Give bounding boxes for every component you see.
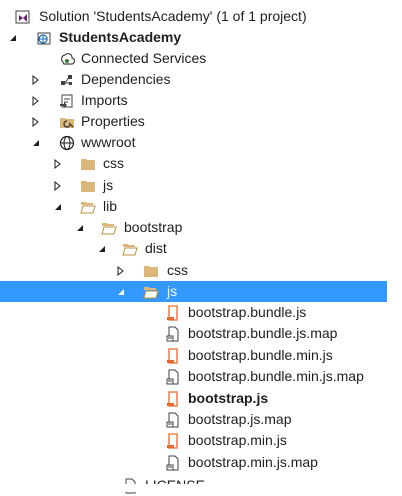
tree-item-dependencies[interactable]: Dependencies: [0, 69, 387, 90]
file-row[interactable]: bootstrap.bundle.min.js: [0, 345, 387, 366]
properties-folder-icon: [58, 111, 76, 132]
solution-explorer-tree: Solution 'StudentsAcademy' (1 of 1 proje…: [0, 0, 402, 493]
folder-icon: [79, 175, 97, 196]
expanded-arrow-icon[interactable]: [31, 132, 41, 153]
map-file-icon: [164, 452, 182, 473]
dependencies-icon: [58, 69, 76, 90]
map-file-icon: [164, 409, 182, 430]
file-row[interactable]: bootstrap.js.map: [0, 409, 387, 430]
lib-folder-label: lib: [103, 198, 118, 214]
expanded-arrow-icon[interactable]: [53, 196, 63, 217]
properties-label: Properties: [81, 113, 145, 129]
tree-item-dist-folder[interactable]: dist: [0, 238, 387, 259]
tree-item-wwwroot[interactable]: wwwroot: [0, 132, 387, 153]
file-row[interactable]: bootstrap.bundle.min.js.map: [0, 366, 387, 387]
tree-item-solution[interactable]: Solution 'StudentsAcademy' (1 of 1 proje…: [0, 6, 387, 27]
dist-folder-label: dist: [145, 240, 167, 256]
project-label: StudentsAcademy: [59, 29, 182, 45]
file-row[interactable]: bootstrap.min.js: [0, 430, 387, 451]
bootstrap-folder-label: bootstrap: [124, 219, 183, 235]
tree-item-properties[interactable]: Properties: [0, 111, 387, 132]
tree-item-js-folder[interactable]: js: [0, 175, 387, 196]
open-folder-icon: [100, 217, 118, 238]
file-row[interactable]: bootstrap.min.js.map: [0, 452, 387, 473]
file-name: bootstrap.bundle.js.map: [188, 325, 338, 341]
expanded-arrow-icon[interactable]: [75, 217, 85, 238]
tree-item-dist-css-folder[interactable]: css: [0, 260, 387, 281]
map-file-icon: [164, 366, 182, 387]
js-file-icon: [164, 345, 182, 366]
collapsed-arrow-icon[interactable]: [53, 175, 63, 196]
bottom-clip: [0, 484, 402, 492]
connected-services-icon: [58, 48, 76, 69]
map-file-icon: [164, 323, 182, 344]
file-row[interactable]: bootstrap.js: [0, 388, 387, 409]
wwwroot-label: wwwroot: [81, 134, 136, 150]
collapsed-arrow-icon[interactable]: [31, 69, 41, 90]
file-name: bootstrap.bundle.min.js: [188, 347, 333, 363]
tree-item-lib-folder[interactable]: lib: [0, 196, 387, 217]
dist-css-folder-label: css: [167, 262, 188, 278]
collapsed-arrow-icon[interactable]: [31, 111, 41, 132]
collapsed-arrow-icon[interactable]: [116, 260, 126, 281]
file-name: bootstrap.js: [188, 390, 269, 406]
file-name: bootstrap.min.js.map: [188, 454, 318, 470]
dist-js-folder-label: js: [167, 283, 178, 299]
collapsed-arrow-icon[interactable]: [31, 90, 41, 111]
file-name: bootstrap.js.map: [188, 411, 292, 427]
file-row[interactable]: bootstrap.bundle.js.map: [0, 323, 387, 344]
tree-item-connected-services[interactable]: Connected Services: [0, 48, 387, 69]
collapsed-arrow-icon[interactable]: [53, 153, 63, 174]
solution-icon: [14, 6, 32, 27]
solution-label: Solution 'StudentsAcademy' (1 of 1 proje…: [39, 8, 307, 24]
file-name: bootstrap.bundle.js: [188, 304, 307, 320]
css-folder-label: css: [103, 155, 124, 171]
js-file-icon: [164, 302, 182, 323]
globe-icon: [58, 132, 76, 153]
open-folder-icon: [121, 238, 139, 259]
js-file-icon: [164, 388, 182, 409]
folder-icon: [79, 153, 97, 174]
expanded-arrow-icon[interactable]: [97, 238, 107, 259]
tree-item-dist-js-folder[interactable]: js: [0, 281, 387, 302]
imports-icon: [58, 90, 76, 111]
open-folder-icon: [142, 281, 160, 302]
expanded-arrow-icon[interactable]: [116, 281, 126, 302]
folder-icon: [142, 260, 160, 281]
expanded-arrow-icon[interactable]: [8, 27, 18, 48]
tree-item-imports[interactable]: Imports: [0, 90, 387, 111]
tree-item-project[interactable]: StudentsAcademy: [0, 27, 387, 48]
file-name: bootstrap.bundle.min.js.map: [188, 368, 364, 384]
js-file-icon: [164, 430, 182, 451]
file-name: bootstrap.min.js: [188, 432, 287, 448]
file-row[interactable]: bootstrap.bundle.js: [0, 302, 387, 323]
project-icon: [35, 27, 53, 48]
open-folder-icon: [79, 196, 97, 217]
connected-services-label: Connected Services: [81, 50, 207, 66]
js-folder-label: js: [103, 177, 114, 193]
tree-item-bootstrap-folder[interactable]: bootstrap: [0, 217, 387, 238]
imports-label: Imports: [81, 92, 128, 108]
tree-item-css-folder[interactable]: css: [0, 153, 387, 174]
dependencies-label: Dependencies: [81, 71, 171, 87]
